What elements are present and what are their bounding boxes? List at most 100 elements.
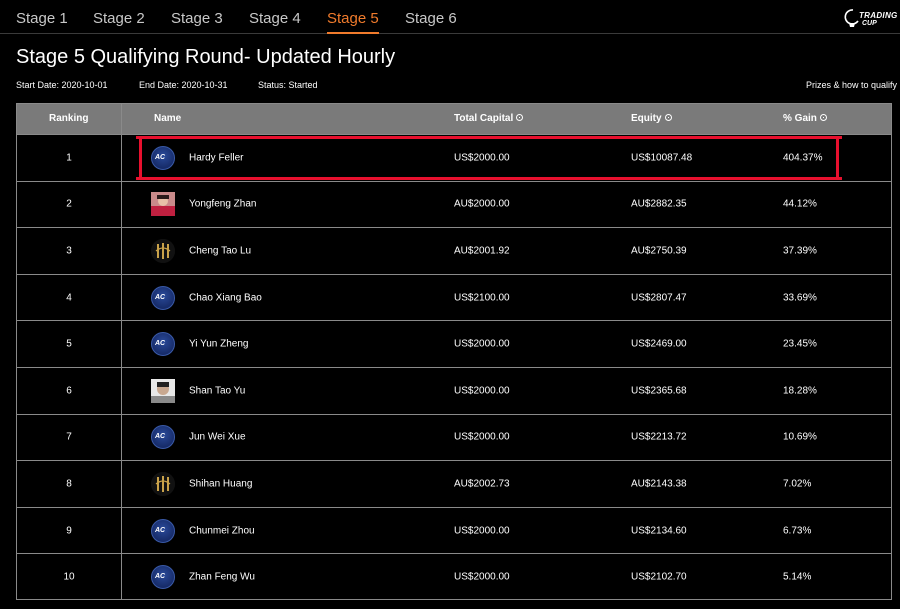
trading-cup-logo[interactable]: TRADING CUP bbox=[844, 8, 900, 30]
highlight-cap bbox=[832, 136, 842, 139]
rank-cell: 7 bbox=[66, 431, 72, 443]
tab-stage-3[interactable]: Stage 3 bbox=[171, 10, 223, 27]
gold-emblem-avatar bbox=[151, 471, 175, 496]
table-row[interactable]: 6 Shan Tao Yu US$2000.00 US$2365.68 18.28% bbox=[17, 367, 891, 414]
gain-cell: 6.73% bbox=[783, 525, 812, 537]
highlight-cap bbox=[136, 177, 146, 180]
ac-logo-avatar: AC bbox=[151, 518, 175, 543]
trader-name: Zhan Feng Wu bbox=[189, 571, 255, 583]
table-row[interactable]: 1 AC Hardy Feller US$2000.00 US$10087.48 404.… bbox=[17, 134, 891, 181]
equity-cell: US$2134.60 bbox=[631, 525, 687, 537]
info-icon[interactable] bbox=[664, 113, 672, 121]
table-row[interactable]: 2 Yongfeng Zhan AU$2000.00 AU$2882.35 44.12% bbox=[17, 180, 891, 228]
equity-cell: AU$2750.39 bbox=[631, 245, 687, 257]
rank-cell: 9 bbox=[66, 525, 72, 537]
table-row[interactable]: 4 AC Chao Xiang Bao US$2100.00 US$2807.47 33.… bbox=[17, 273, 891, 321]
gain-cell: 7.02% bbox=[783, 478, 812, 490]
equity-cell: AU$2143.38 bbox=[631, 478, 687, 490]
info-icon[interactable] bbox=[819, 113, 827, 121]
page-title: Stage 5 Qualifying Round- Updated Hourly bbox=[16, 46, 396, 68]
leaderboard-table: Ranking Name Total Capital Equity % Gain… bbox=[16, 103, 892, 600]
table-row[interactable]: 7 AC Jun Wei Xue US$2000.00 US$2213.72 10.69% bbox=[17, 413, 891, 461]
total-capital-cell: AU$2002.73 bbox=[454, 478, 510, 490]
col-ranking: Ranking bbox=[49, 113, 89, 124]
rank-cell: 4 bbox=[66, 292, 72, 304]
equity-cell: US$2807.47 bbox=[631, 292, 687, 304]
col-total-capital[interactable]: Total Capital bbox=[454, 113, 524, 124]
avatar-text: AC bbox=[155, 433, 166, 441]
trader-name: Hardy Feller bbox=[189, 152, 244, 164]
table-row[interactable]: 5 AC Yi Yun Zheng US$2000.00 US$2469.00 23.45… bbox=[17, 320, 891, 367]
rank-cell: 2 bbox=[66, 198, 72, 210]
avatar-text: AC bbox=[155, 340, 166, 348]
rank-cell: 10 bbox=[63, 571, 75, 583]
tab-stage-6[interactable]: Stage 6 bbox=[405, 10, 457, 27]
gain-cell: 37.39% bbox=[783, 245, 817, 257]
total-capital-cell: US$2000.00 bbox=[454, 571, 510, 583]
total-capital-cell: US$2000.00 bbox=[454, 385, 510, 397]
col-equity[interactable]: Equity bbox=[631, 113, 672, 124]
user-photo-avatar bbox=[151, 192, 175, 217]
tab-stage-4[interactable]: Stage 4 bbox=[249, 10, 301, 27]
equity-cell: US$10087.48 bbox=[631, 152, 693, 164]
ac-logo-avatar: AC bbox=[151, 285, 175, 310]
equity-cell: US$2102.70 bbox=[631, 571, 687, 583]
table-row[interactable]: 3 Cheng Tao Lu AU$2001.92 AU$2750.39 37.39% bbox=[17, 227, 891, 274]
col-name: Name bbox=[154, 113, 182, 124]
stage-tabs: Stage 1 Stage 2 Stage 3 Stage 4 Stage 5 … bbox=[0, 0, 900, 34]
total-capital-cell: US$2000.00 bbox=[454, 338, 510, 350]
col-gain[interactable]: % Gain bbox=[783, 113, 827, 124]
start-date: Start Date: 2020-10-01 bbox=[16, 80, 108, 90]
highlight-cap bbox=[136, 136, 146, 139]
equity-cell: AU$2882.35 bbox=[631, 198, 687, 210]
equity-cell: US$2365.68 bbox=[631, 385, 687, 397]
end-date: End Date: 2020-10-31 bbox=[139, 80, 228, 90]
rank-cell: 3 bbox=[66, 245, 72, 257]
equity-cell: US$2213.72 bbox=[631, 431, 687, 443]
table-row[interactable]: 10 AC Zhan Feng Wu US$2000.00 US$2102.70 5.14… bbox=[17, 553, 891, 600]
ac-logo-avatar: AC bbox=[151, 425, 175, 450]
highlight-cap bbox=[832, 177, 842, 180]
ac-logo-avatar: AC bbox=[151, 565, 175, 590]
status-text: Status: Started bbox=[258, 80, 318, 90]
rank-cell: 5 bbox=[66, 338, 72, 350]
info-icon[interactable] bbox=[516, 113, 524, 121]
rank-cell: 8 bbox=[66, 478, 72, 490]
avatar-text: AC bbox=[155, 153, 166, 161]
equity-cell: US$2469.00 bbox=[631, 338, 687, 350]
trader-name: Shihan Huang bbox=[189, 478, 253, 490]
gold-emblem-avatar bbox=[151, 238, 175, 263]
trader-name: Jun Wei Xue bbox=[189, 431, 246, 443]
ac-logo-avatar: AC bbox=[151, 332, 175, 357]
prizes-link[interactable]: Prizes & how to qualify bbox=[806, 80, 897, 90]
total-capital-cell: US$2100.00 bbox=[454, 292, 510, 304]
user-photo-avatar bbox=[151, 378, 175, 403]
cup-icon bbox=[844, 9, 859, 27]
tab-stage-5[interactable]: Stage 5 bbox=[327, 10, 379, 34]
total-capital-cell: US$2000.00 bbox=[454, 525, 510, 537]
total-capital-cell: US$2000.00 bbox=[454, 431, 510, 443]
tab-stage-2[interactable]: Stage 2 bbox=[93, 10, 145, 27]
logo-text-trading: TRADING bbox=[859, 11, 898, 20]
logo-text-cup: CUP bbox=[862, 20, 877, 27]
total-capital-cell: AU$2000.00 bbox=[454, 198, 510, 210]
trader-name: Chunmei Zhou bbox=[189, 525, 255, 537]
table-row[interactable]: 8 Shihan Huang AU$2002.73 AU$2143.38 7.02% bbox=[17, 460, 891, 507]
avatar-text: AC bbox=[155, 293, 166, 301]
total-capital-cell: AU$2001.92 bbox=[454, 245, 510, 257]
gain-cell: 23.45% bbox=[783, 338, 817, 350]
table-header: Ranking Name Total Capital Equity % Gain bbox=[17, 104, 891, 134]
gain-cell: 33.69% bbox=[783, 292, 817, 304]
trader-name: Shan Tao Yu bbox=[189, 385, 246, 397]
column-divider bbox=[121, 104, 122, 599]
gain-cell: 18.28% bbox=[783, 385, 817, 397]
gain-cell: 5.14% bbox=[783, 571, 812, 583]
tab-stage-1[interactable]: Stage 1 bbox=[16, 10, 68, 27]
trader-name: Chao Xiang Bao bbox=[189, 292, 262, 304]
gain-cell: 44.12% bbox=[783, 198, 817, 210]
ac-logo-avatar: AC bbox=[151, 145, 175, 170]
table-row[interactable]: 9 AC Chunmei Zhou US$2000.00 US$2134.60 6.73% bbox=[17, 506, 891, 554]
avatar-text: AC bbox=[155, 573, 166, 581]
rank-cell: 1 bbox=[66, 152, 72, 164]
avatar-text: AC bbox=[155, 526, 166, 534]
